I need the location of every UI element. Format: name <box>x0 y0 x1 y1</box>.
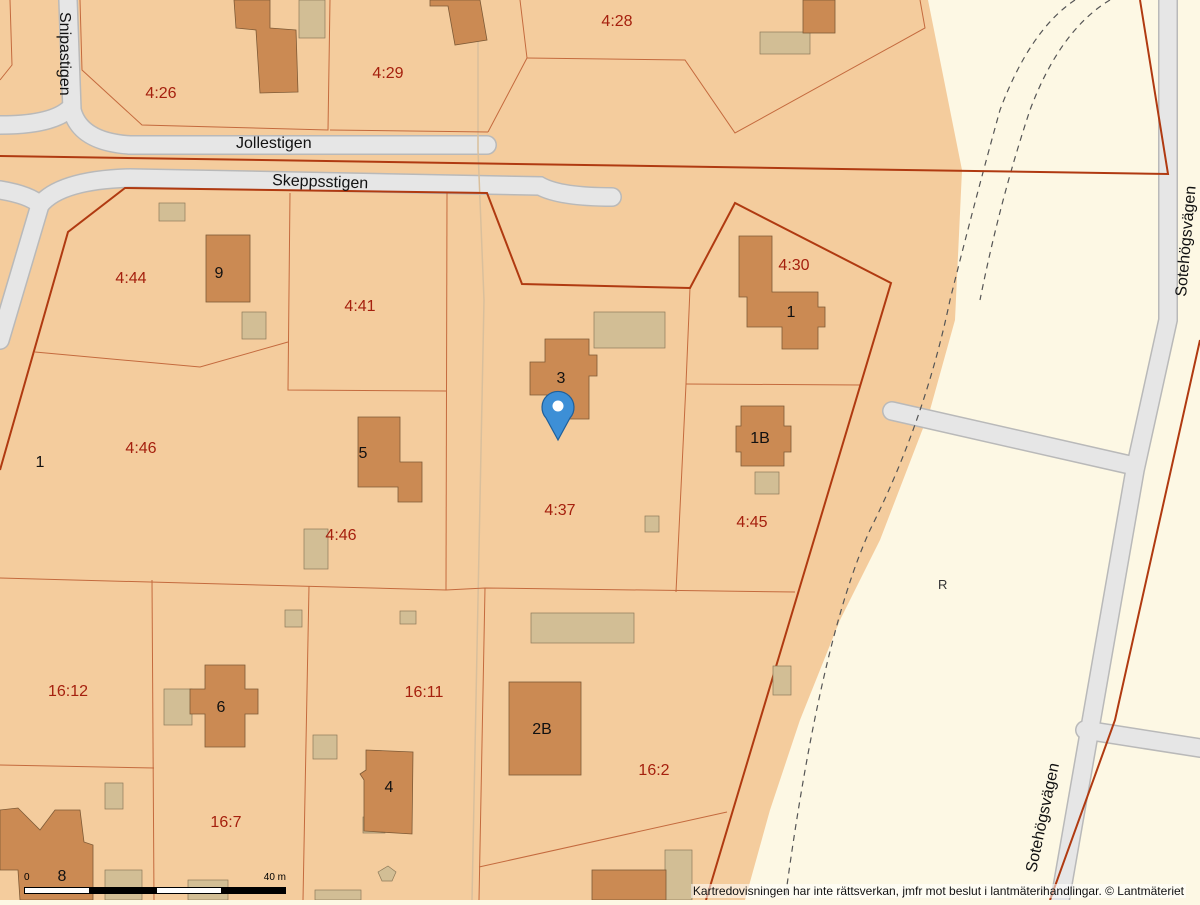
scale-segment <box>90 887 156 894</box>
parcel-label: 4:46 <box>325 527 356 544</box>
parcel-label: 16:11 <box>405 684 444 701</box>
address-number: 4 <box>385 779 394 796</box>
scale-segment <box>222 887 286 894</box>
map-symbol: R <box>938 577 947 592</box>
parcel-label: 4:26 <box>145 85 176 102</box>
parcel-label: 4:29 <box>372 65 403 82</box>
parcel-label: 4:46 <box>125 440 156 457</box>
scale-end-label: 40 m <box>263 872 286 883</box>
address-number: 1 <box>787 304 796 321</box>
address-number: 5 <box>359 445 368 462</box>
address-number: 9 <box>215 265 224 282</box>
parcel-label: 16:2 <box>638 762 669 779</box>
address-number: 3 <box>557 370 566 387</box>
scale-bar: 0 40 m <box>24 872 286 894</box>
parcel-label: 4:30 <box>778 257 809 274</box>
parcel-label: 16:7 <box>210 814 241 831</box>
map-attribution: Kartredovisningen har inte rättsverkan, … <box>690 884 1186 898</box>
scale-start-label: 0 <box>24 872 30 883</box>
scale-segment <box>156 887 222 894</box>
address-number: 1 <box>36 454 45 471</box>
road-label: Jollestigen <box>236 135 312 152</box>
parcel-label: 4:28 <box>601 13 632 30</box>
address-number: 6 <box>217 699 226 716</box>
map-view[interactable]: 4:28 4:26 4:29 4:44 4:41 4:30 4:46 4:37 … <box>0 0 1200 905</box>
parcel-label: 4:44 <box>115 270 146 287</box>
road-label: Snipastigen <box>56 12 73 96</box>
scale-segment <box>24 887 90 894</box>
parcel-label: 4:37 <box>544 502 575 519</box>
map-canvas[interactable]: 4:28 4:26 4:29 4:44 4:41 4:30 4:46 4:37 … <box>0 0 1200 905</box>
address-number: 1B <box>750 430 770 447</box>
parcel-label: 4:45 <box>736 514 767 531</box>
parcel-label: 16:12 <box>48 683 88 700</box>
road-label: Skeppsstigen <box>272 172 369 192</box>
address-number: 2B <box>532 721 552 738</box>
parcel-label: 4:41 <box>344 298 375 315</box>
